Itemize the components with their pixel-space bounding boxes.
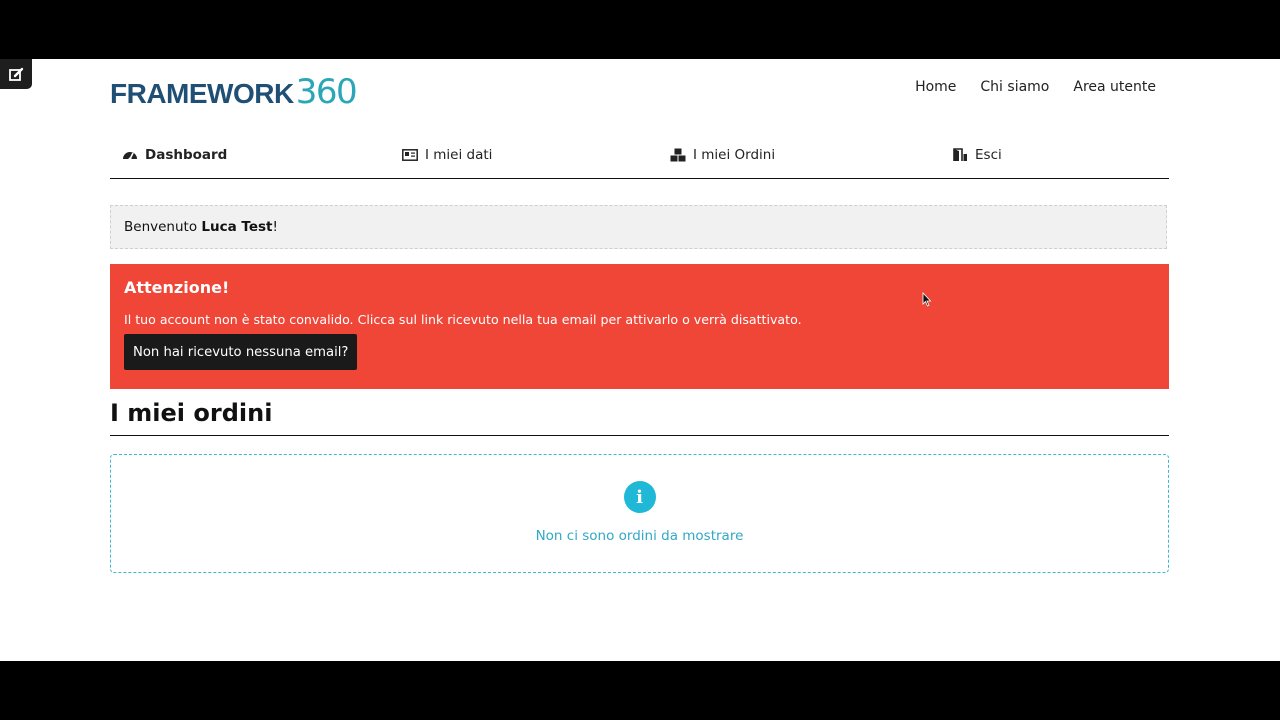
top-nav: Home Chi siamo Area utente [915,79,1156,95]
tab-esci-label: Esci [975,147,1002,163]
tab-miei-ordini[interactable]: I miei Ordini [670,147,775,163]
welcome-suffix: ! [272,219,278,235]
tab-miei-ordini-label: I miei Ordini [693,147,776,163]
page: FRAMEWORK 360 Home Chi siamo Area utente… [0,59,1280,661]
nav-home-link[interactable]: Home [915,79,956,95]
tab-miei-dati-label: I miei dati [425,147,493,163]
id-card-icon [402,149,418,161]
orders-empty-message: Non ci sono ordini da mostrare [535,528,744,544]
boxes-icon [670,148,686,162]
orders-heading: I miei ordini [110,399,1169,436]
brand-word: FRAMEWORK [110,78,294,109]
dashboard-icon [123,152,137,161]
alert-title: Attenzione! [124,278,230,297]
resend-email-button[interactable]: Non hai ricevuto nessuna email? [124,334,358,370]
tab-esci[interactable]: Esci [952,147,1002,163]
door-exit-icon [953,148,967,161]
tab-miei-dati[interactable]: I miei dati [402,147,492,163]
alert-message: Il tuo account non è stato convalido. Cl… [124,312,802,327]
nav-chi-siamo-link[interactable]: Chi siamo [980,79,1049,95]
tab-dashboard-label: Dashboard [145,147,228,163]
edit-button[interactable] [0,59,32,89]
nav-area-utente-link[interactable]: Area utente [1073,79,1156,95]
brand-logo[interactable]: FRAMEWORK 360 [110,72,358,112]
welcome-user-name: Luca Test [201,219,273,235]
mouse-cursor-icon [922,292,932,307]
info-circle-icon: i [623,481,656,513]
welcome-prefix: Benvenuto [124,219,202,235]
account-warning-alert: Attenzione! Il tuo account non è stato c… [110,264,1169,389]
account-tabs: Dashboard I miei dati I miei Ordini Esci [110,139,1169,179]
edit-icon [9,67,24,81]
brand-number: 360 [295,72,358,112]
welcome-banner: Benvenuto Luca Test! [110,205,1167,249]
tab-dashboard[interactable]: Dashboard [122,147,227,163]
orders-empty-state: i Non ci sono ordini da mostrare [110,454,1169,573]
